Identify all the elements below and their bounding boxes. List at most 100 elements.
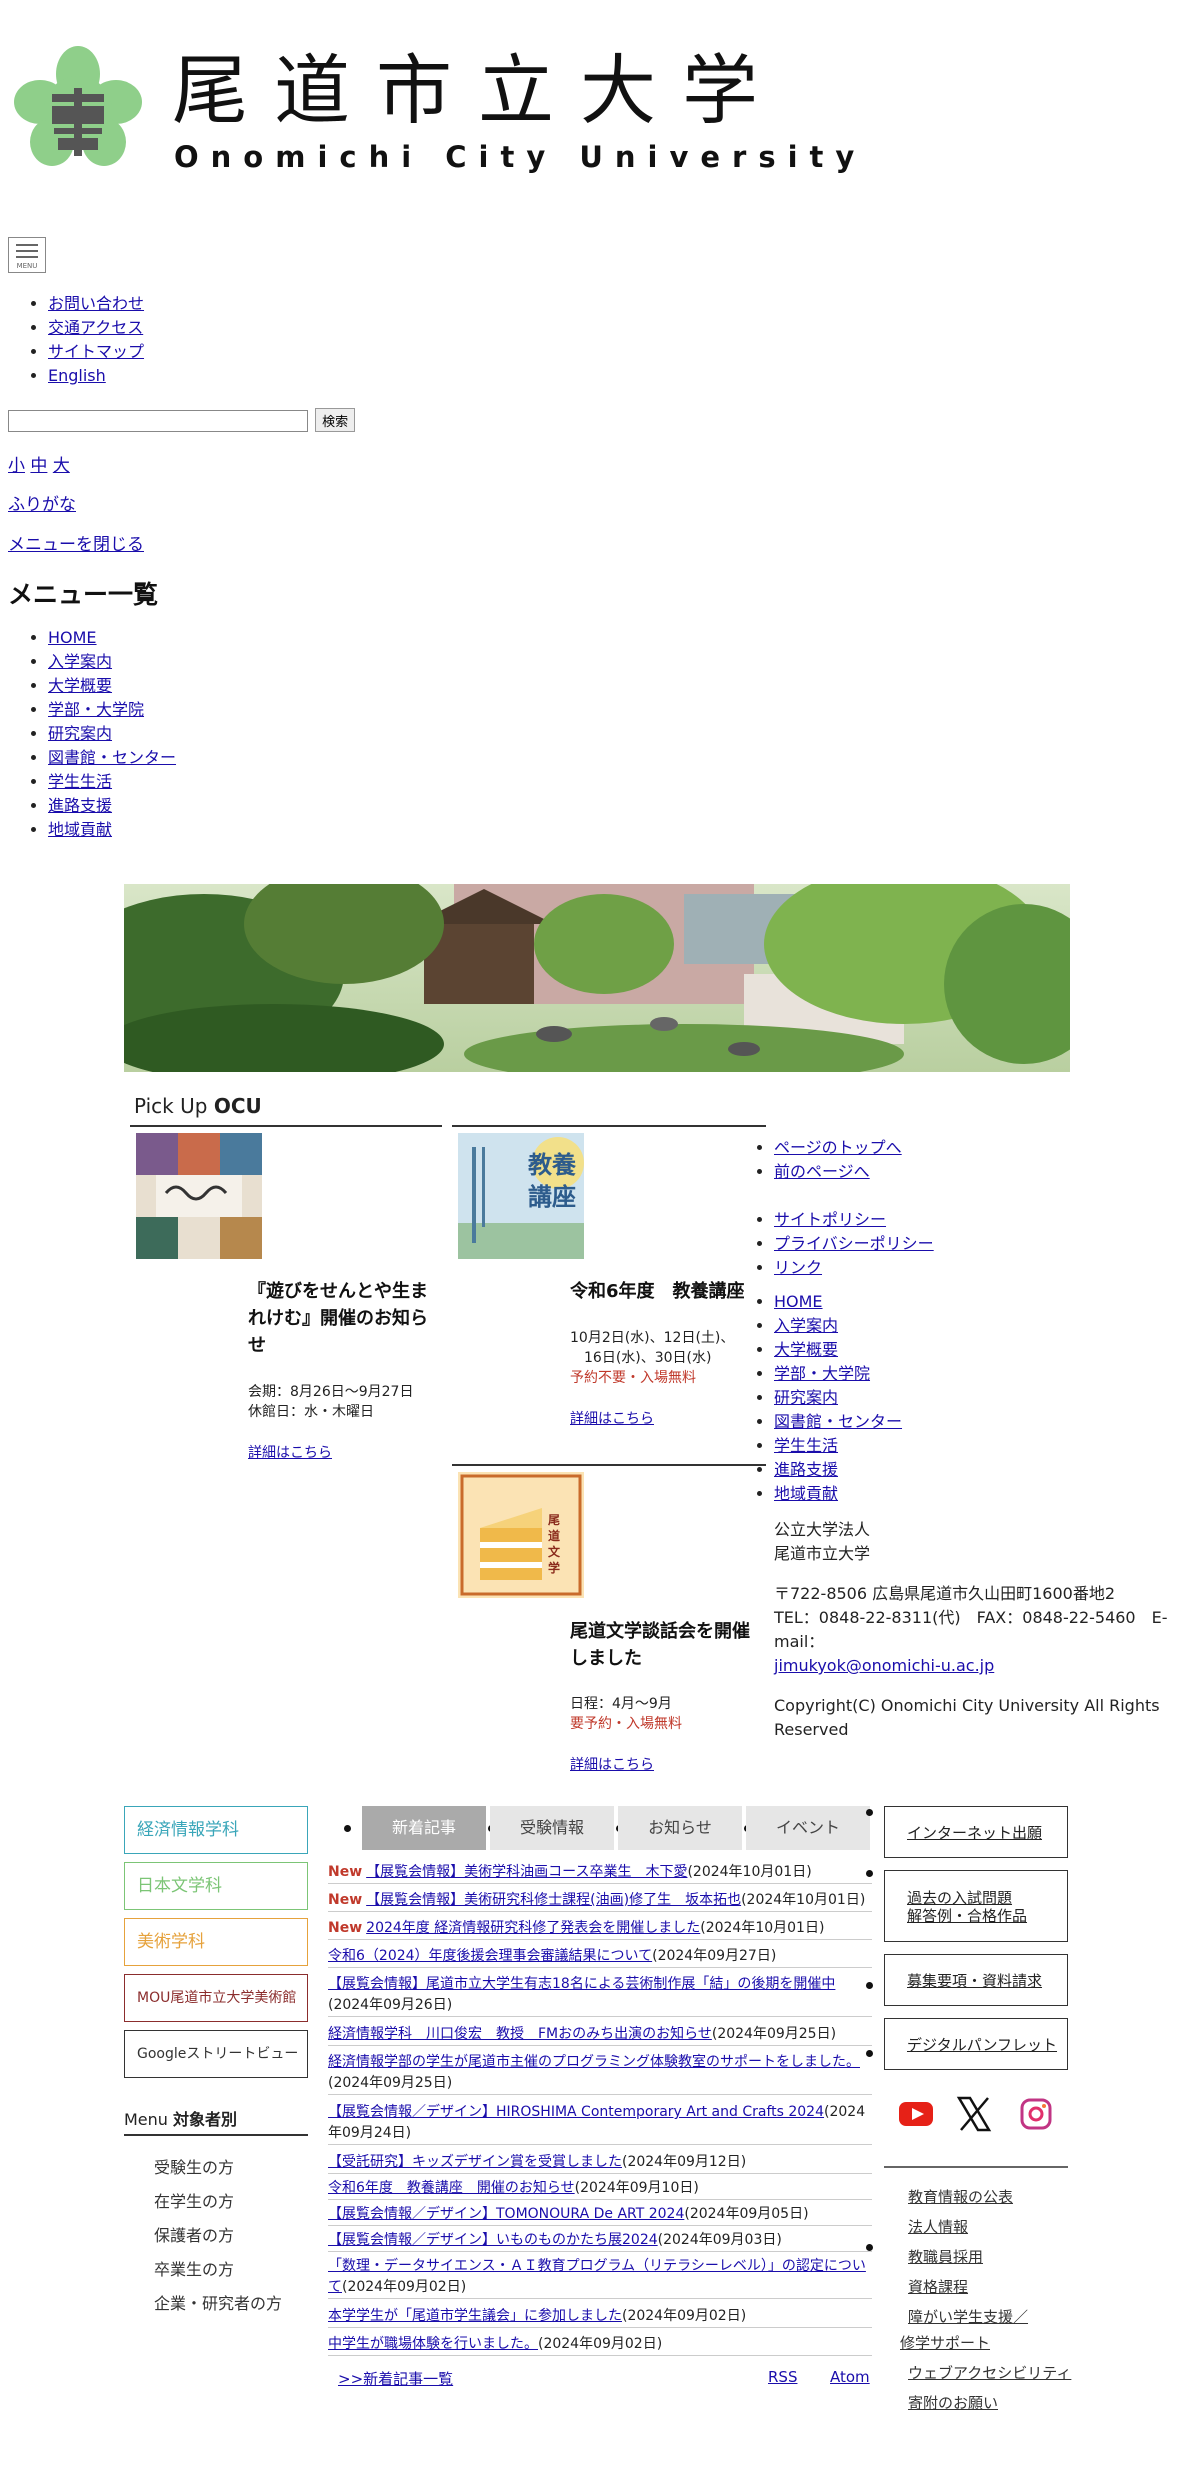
search-form: 検索 [8, 408, 356, 432]
atom-link[interactable]: Atom [830, 2368, 870, 2386]
menu-item-library[interactable]: 図書館・センター [48, 748, 176, 767]
museum-button[interactable]: MOU尾道市立大学美術館 [124, 1974, 308, 2022]
pickup-card-2-more-link[interactable]: 詳細はこちら [570, 1408, 654, 1428]
online-application-button[interactable]: インターネット出願 [884, 1806, 1068, 1858]
qualification-link[interactable]: 資格課程 [908, 2276, 968, 2297]
links-link[interactable]: リンク [774, 1258, 822, 1277]
news-link[interactable]: 経済情報学科 川口俊宏 教授 FMおのみち出演のお知らせ [328, 2026, 712, 2042]
furigana-link[interactable]: ふりがな [8, 495, 76, 515]
contact-link[interactable]: お問い合わせ [48, 294, 144, 313]
font-size-small[interactable]: 小 [8, 456, 25, 476]
menu-item-student-life[interactable]: 学生生活 [48, 772, 112, 791]
site-policy-link[interactable]: サイトポリシー [774, 1210, 886, 1229]
news-link[interactable]: 2024年度 経済情報研究科修了発表会を開催しました [366, 1920, 700, 1936]
footer-menu-library[interactable]: 図書館・センター [774, 1412, 902, 1431]
street-view-button[interactable]: Googleストリートビュー [124, 2030, 308, 2078]
search-input[interactable] [8, 410, 308, 432]
disability-support-link[interactable]: 障がい学生支援／ [908, 2306, 1028, 2327]
pickup-card-3-title: 尾道文学談話会を開催しました [570, 1621, 750, 1669]
org-name-1: 公立大学法人 [774, 1520, 871, 1539]
news-link[interactable]: 令和6（2024）年度後援会理事会審議結果について [328, 1948, 652, 1964]
footer-menu-research[interactable]: 研究案内 [774, 1388, 838, 1407]
news-link[interactable]: 【展覧会情報】美術研究科修士課程(油画)修了生 坂本拓也 [366, 1892, 741, 1908]
search-button[interactable]: 検索 [315, 408, 356, 432]
target-applicants[interactable]: 受験生の方 [154, 2154, 234, 2178]
youtube-icon[interactable] [898, 2096, 934, 2132]
page-top-link[interactable]: ページのトップへ [774, 1138, 902, 1157]
web-accessibility-link[interactable]: ウェブアクセシビリティ [908, 2362, 1071, 2383]
news-link[interactable]: 【展覧会情報／デザイン】いものものかたち展2024 [328, 2232, 658, 2248]
target-students[interactable]: 在学生の方 [154, 2188, 234, 2212]
pickup-card-1-more-link[interactable]: 詳細はこちら [248, 1442, 332, 1462]
news-link[interactable]: 本学学生が「尾道市学生議会」に参加しました [328, 2308, 622, 2324]
dept-fine-arts-button[interactable]: 美術学科 [124, 1918, 308, 1966]
brochure-request-button[interactable]: 募集要項・資料請求 [884, 1954, 1068, 2006]
study-support-link[interactable]: 修学サポート [900, 2332, 990, 2353]
pickup-card-1-image[interactable] [136, 1133, 262, 1259]
news-link[interactable]: 経済情報学部の学生が尾道市主催のプログラミング体験教室のサポートをしました。 [328, 2054, 860, 2070]
menu-item-home[interactable]: HOME [48, 628, 97, 647]
instagram-icon[interactable] [1018, 2096, 1054, 2132]
target-companies[interactable]: 企業・研究者の方 [154, 2290, 282, 2314]
pickup-card-3-more-link[interactable]: 詳細はこちら [570, 1754, 654, 1774]
news-link[interactable]: 令和6年度 教養講座 開催のお知らせ [328, 2180, 575, 2196]
pickup-card-divider [452, 1464, 766, 1466]
footer-menu-faculties[interactable]: 学部・大学院 [774, 1364, 870, 1383]
menu-item-admission[interactable]: 入学案内 [48, 652, 112, 671]
tab-latest[interactable]: 新着記事 [362, 1806, 486, 1850]
menu-item-community[interactable]: 地域貢献 [48, 820, 112, 839]
all-news-link[interactable]: >>新着記事一覧 [338, 2368, 453, 2389]
past-exams-button[interactable]: 過去の入試問題 解答例・合格作品 [884, 1870, 1068, 1942]
dept-japanese-literature-button[interactable]: 日本文学科 [124, 1862, 308, 1910]
footer-menu-community[interactable]: 地域貢献 [774, 1484, 838, 1503]
top-links: お問い合わせ 交通アクセス サイトマップ English [0, 292, 144, 388]
education-info-link[interactable]: 教育情報の公表 [908, 2186, 1013, 2207]
recruitment-link[interactable]: 教職員採用 [908, 2246, 983, 2267]
news-link[interactable]: 【受託研究】キッズデザイン賞を受賞しました [328, 2154, 622, 2170]
pickup-card-3-image[interactable]: 尾 道 文 学 [458, 1472, 584, 1598]
target-guardians[interactable]: 保護者の方 [154, 2222, 234, 2246]
news-link[interactable]: 【展覧会情報】美術学科油画コース卒業生 木下愛 [366, 1864, 687, 1880]
university-logo[interactable] [14, 44, 142, 168]
donation-link[interactable]: 寄附のお願い [908, 2392, 998, 2413]
news-tabs: 新着記事 受験情報 お知らせ イベント [328, 1806, 870, 1850]
menu-item-research[interactable]: 研究案内 [48, 724, 112, 743]
menu-item-career[interactable]: 進路支援 [48, 796, 112, 815]
access-link[interactable]: 交通アクセス [48, 318, 143, 337]
pickup-card-2-line1: 10月2日(水)、12日(土)、 [570, 1330, 735, 1346]
email-link[interactable]: jimukyok@onomichi-u.ac.jp [774, 1656, 994, 1675]
sitemap-link[interactable]: サイトマップ [48, 342, 144, 361]
dept-economics-button[interactable]: 経済情報学科 [124, 1806, 308, 1854]
english-link[interactable]: English [48, 366, 106, 385]
digital-pamphlet-button[interactable]: デジタルパンフレット [884, 2018, 1068, 2070]
pickup-card-2-note: 予約不要・入場無料 [570, 1370, 696, 1386]
corporate-info-link[interactable]: 法人情報 [908, 2216, 968, 2237]
news-item: 【受託研究】キッズデザイン賞を受賞しました(2024年09月12日) [328, 2152, 872, 2174]
tab-events[interactable]: イベント [746, 1806, 870, 1850]
tab-notices[interactable]: お知らせ [618, 1806, 742, 1850]
menu-button[interactable]: MENU [8, 237, 46, 273]
tab-admission-info[interactable]: 受験情報 [490, 1806, 614, 1850]
menu-item-faculties[interactable]: 学部・大学院 [48, 700, 144, 719]
close-menu-link[interactable]: メニューを閉じる [8, 535, 144, 555]
pickup-card-1-line2: 休館日：水・木曜日 [248, 1404, 374, 1420]
rss-link[interactable]: RSS [768, 2368, 797, 2386]
pickup-card-2-image[interactable]: 教養 講座 [458, 1133, 584, 1259]
font-size-large[interactable]: 大 [53, 456, 70, 476]
news-link[interactable]: 中学生が職場体験を行いました。 [328, 2336, 538, 2352]
news-link[interactable]: 【展覧会情報／デザイン】TOMONOURA De ART 2024 [328, 2206, 684, 2222]
news-link[interactable]: 【展覧会情報／デザイン】HIROSHIMA Contemporary Art a… [328, 2104, 824, 2120]
footer-menu-home[interactable]: HOME [774, 1292, 823, 1311]
footer-menu-career[interactable]: 進路支援 [774, 1460, 838, 1479]
menu-item-about[interactable]: 大学概要 [48, 676, 112, 695]
target-alumni[interactable]: 卒業生の方 [154, 2256, 234, 2280]
x-icon[interactable] [956, 2096, 992, 2132]
font-size-medium[interactable]: 中 [30, 456, 47, 476]
footer-menu-student-life[interactable]: 学生生活 [774, 1436, 838, 1455]
prev-page-link[interactable]: 前のページへ [774, 1162, 870, 1181]
footer-menu-about[interactable]: 大学概要 [774, 1340, 838, 1359]
news-link[interactable]: 【展覧会情報】尾道市立大学生有志18名による芸術制作展「結」の後期を開催中 [328, 1976, 835, 1992]
news-item: 「数理・データサイエンス・ＡＩ教育プログラム（リテラシーレベル）」の認定について… [328, 2256, 872, 2299]
footer-menu-admission[interactable]: 入学案内 [774, 1316, 838, 1335]
privacy-policy-link[interactable]: プライバシーポリシー [774, 1234, 934, 1253]
